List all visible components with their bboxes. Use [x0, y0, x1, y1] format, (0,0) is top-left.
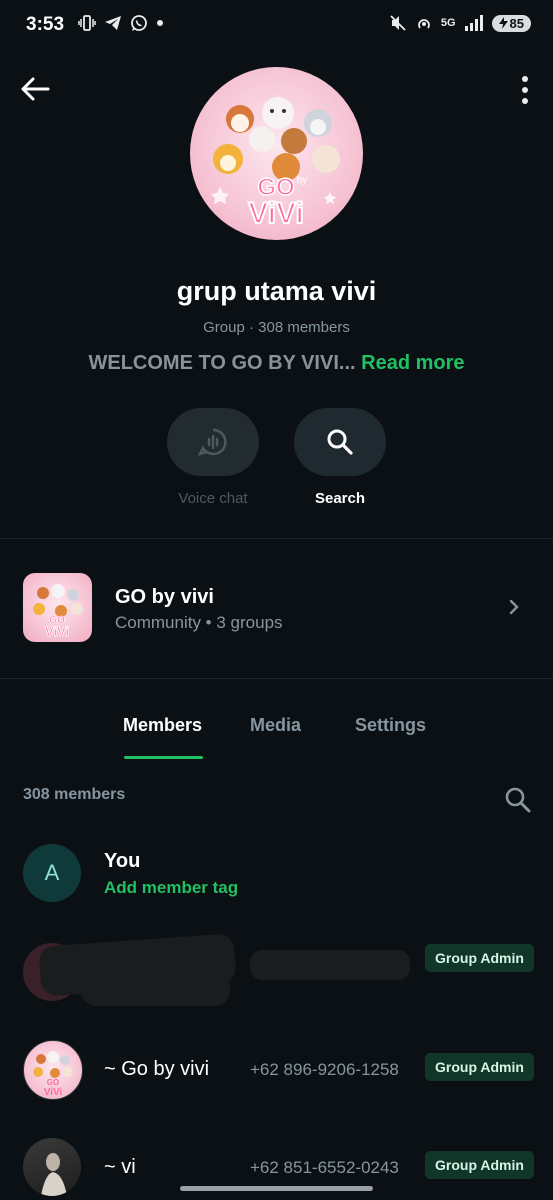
active-tab-indicator: [124, 756, 203, 759]
whatsapp-icon: [131, 15, 147, 31]
avatar: [23, 1138, 81, 1196]
member-name: ~ vi: [104, 1156, 136, 1178]
battery-level: 85: [509, 15, 524, 31]
redaction-scribble: [250, 950, 410, 980]
community-avatar-art: GO ViVi: [33, 584, 83, 639]
description-text: WELCOME TO GO BY VIVI...: [88, 352, 356, 374]
network-type: 5G: [440, 17, 456, 29]
member-name: You: [104, 850, 141, 872]
status-notification-icons: [78, 14, 164, 32]
group-admin-badge: Group Admin: [425, 1151, 534, 1179]
group-admin-badge: Group Admin: [425, 944, 534, 972]
group-subtitle: Group · 308 members: [203, 319, 350, 336]
section-divider: [0, 678, 553, 679]
community-avatar: GO ViVi: [23, 573, 92, 642]
community-title: GO by vivi: [115, 586, 214, 608]
member-avatar-art: GO ViVi: [33, 1051, 73, 1098]
member-phone: +62 896-9206-1258: [250, 1060, 399, 1079]
voice-chat-icon: [197, 428, 227, 456]
battery-indicator: 85: [491, 14, 531, 32]
member-photo: [41, 1153, 67, 1196]
tab-settings[interactable]: Settings: [355, 715, 426, 736]
dot-icon: [157, 20, 163, 26]
status-time: 3:53: [26, 14, 65, 35]
members-search-button[interactable]: [503, 785, 533, 820]
redaction-scribble: [80, 972, 230, 1006]
section-divider: [0, 538, 553, 539]
menu-dot: [522, 87, 528, 93]
hotspot-icon: [417, 19, 430, 29]
member-row-you[interactable]: [0, 834, 553, 914]
charging-icon: [498, 17, 508, 29]
avatar: A: [23, 844, 81, 902]
mute-icon: [390, 15, 406, 31]
group-description[interactable]: WELCOME TO GO BY VIVI... Read more: [0, 352, 553, 375]
chevron-right-icon: [508, 598, 520, 621]
member-name: ~ Go by vivi: [104, 1058, 210, 1080]
search-label: Search: [314, 490, 366, 507]
menu-dot: [522, 76, 528, 82]
more-options-button[interactable]: [517, 76, 533, 104]
arrow-left-icon: [21, 77, 50, 101]
telegram-icon: [105, 16, 121, 30]
avatar: GO ViVi: [23, 1040, 83, 1100]
group-name: grup utama vivi: [176, 276, 377, 306]
tab-media[interactable]: Media: [250, 715, 301, 736]
add-member-tag-link[interactable]: Add member tag: [104, 878, 238, 898]
group-avatar-art: GO by ViVi: [211, 97, 340, 231]
search-icon: [505, 787, 531, 813]
voice-chat-button[interactable]: [167, 408, 259, 476]
search-icon: [327, 429, 353, 455]
status-system-icons: 5G 85: [389, 14, 531, 32]
vibrate-icon: [78, 15, 96, 31]
search-button[interactable]: [294, 408, 386, 476]
menu-dot: [522, 98, 528, 104]
tab-members[interactable]: Members: [123, 715, 202, 736]
voice-chat-label: Voice chat: [178, 490, 248, 507]
avatar-art-by: by: [297, 175, 308, 186]
gesture-home-bar[interactable]: [180, 1186, 373, 1191]
member-art-vivi: ViVi: [44, 1087, 63, 1098]
group-admin-badge: Group Admin: [425, 1053, 534, 1081]
back-button[interactable]: [18, 74, 54, 104]
avatar-art-vivi: ViVi: [248, 197, 304, 230]
community-art-vivi: ViVi: [45, 624, 69, 639]
member-phone: +62 851-6552-0243: [250, 1158, 399, 1177]
group-avatar[interactable]: GO by ViVi: [190, 67, 363, 240]
members-count: 308 members: [23, 786, 126, 803]
member-art-go: GO: [47, 1078, 59, 1087]
read-more-link[interactable]: Read more: [361, 352, 464, 374]
community-subtitle: Community • 3 groups: [115, 613, 283, 632]
signal-icon: [464, 15, 483, 31]
